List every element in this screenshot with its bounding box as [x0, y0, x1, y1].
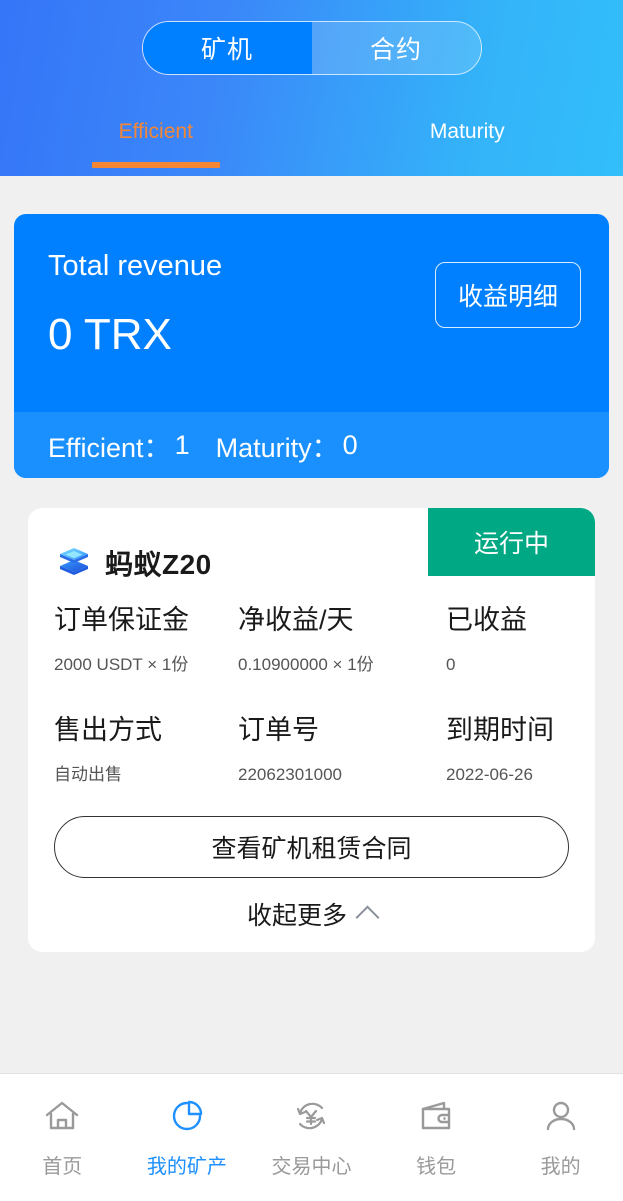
field-earned-value: 0 — [446, 655, 456, 674]
field-deposit-label: 订单保证金 — [54, 605, 189, 635]
nav-label-wallet: 钱包 — [416, 1156, 457, 1178]
segment-miner[interactable]: 矿机 — [142, 22, 312, 74]
efficient-count-label: Efficient： — [48, 432, 171, 463]
tab-efficient-label: Efficient — [118, 120, 193, 143]
collapse-more-label: 收起更多 — [246, 902, 347, 930]
nav-label-home: 首页 — [42, 1156, 83, 1178]
home-icon — [40, 1094, 84, 1138]
field-expiry: 到期时间 2022-06-26 — [446, 715, 554, 784]
miner-info-row-1: 订单保证金 2000 USDT × 1份 净收益/天 0.10900000 × … — [28, 607, 595, 695]
nav-item-home[interactable]: 首页 — [0, 1074, 125, 1201]
field-expiry-value: 2022-06-26 — [446, 765, 533, 784]
miner-name: 蚂蚁Z20 — [105, 548, 212, 580]
tab-maturity-label: Maturity — [429, 120, 505, 143]
field-order-no-label: 订单号 — [238, 715, 319, 745]
field-deposit-value: 2000 USDT × 1份 — [54, 655, 189, 674]
tab-maturity[interactable]: Maturity — [312, 112, 623, 176]
tab-efficient[interactable]: Efficient — [0, 112, 312, 176]
segment-contract[interactable]: 合约 — [311, 22, 481, 74]
pie-chart-icon — [165, 1094, 209, 1138]
nav-label-my-mining: 我的矿产 — [146, 1156, 227, 1178]
view-contract-button[interactable]: 查看矿机租赁合同 — [54, 816, 569, 878]
nav-item-exchange[interactable]: 交易中心 — [249, 1074, 374, 1201]
total-revenue-card: Total revenue 0 TRX 收益明细 Efficient： 1 Ma… — [14, 214, 609, 478]
page-header: 矿机 合约 Efficient Maturity — [0, 0, 623, 176]
field-order-no: 订单号 22062301000 — [238, 715, 343, 784]
revenue-detail-button[interactable]: 收益明细 — [434, 262, 581, 328]
field-sell-method-label: 售出方式 — [54, 715, 162, 745]
field-sell-method: 售出方式 自动出售 — [54, 715, 162, 784]
revenue-card-body: Total revenue 0 TRX 收益明细 — [14, 214, 609, 412]
status-badge: 运行中 — [428, 508, 595, 576]
wallet-icon — [414, 1094, 458, 1138]
segmented-control[interactable]: 矿机 合约 — [141, 21, 482, 75]
nav-item-wallet[interactable]: 钱包 — [374, 1074, 499, 1201]
nav-item-my-mining[interactable]: 我的矿产 — [125, 1074, 250, 1201]
chevron-up-icon — [355, 904, 380, 930]
miner-order-card: 运行中 蚂蚁Z20 订单保证金 2000 USDT × 1份 净收益/天 0.1… — [28, 508, 595, 952]
field-deposit: 订单保证金 2000 USDT × 1份 — [54, 605, 189, 674]
tab-active-underline — [91, 162, 220, 168]
efficient-count-value: 1 — [174, 429, 190, 460]
stacked-cubes-icon — [54, 540, 94, 585]
app-screen: 矿机 合约 Efficient Maturity Total revenue 0… — [0, 0, 623, 1201]
field-sell-method-value: 自动出售 — [54, 765, 122, 784]
subtab-bar: Efficient Maturity — [0, 112, 623, 176]
field-earned-label: 已收益 — [446, 605, 527, 635]
field-order-no-value: 22062301000 — [238, 765, 343, 784]
bottom-navigation: 首页 我的矿产 交易中心 钱包 我的 — [0, 1073, 623, 1201]
field-expiry-label: 到期时间 — [446, 715, 554, 745]
nav-label-profile: 我的 — [540, 1156, 581, 1178]
field-earned: 已收益 0 — [446, 605, 527, 674]
exchange-yuan-icon — [289, 1094, 333, 1138]
maturity-count-label: Maturity： — [215, 432, 339, 463]
revenue-counts-bar: Efficient： 1 Maturity： 0 — [14, 412, 609, 478]
collapse-more-toggle[interactable]: 收起更多 — [28, 896, 595, 932]
nav-label-exchange: 交易中心 — [271, 1156, 352, 1178]
person-icon — [539, 1094, 583, 1138]
miner-info-row-2: 售出方式 自动出售 订单号 22062301000 到期时间 2022-06-2… — [28, 717, 595, 805]
maturity-count-value: 0 — [342, 429, 358, 460]
field-daily-profit-label: 净收益/天 — [238, 605, 354, 635]
nav-item-profile[interactable]: 我的 — [498, 1074, 623, 1201]
field-daily-profit: 净收益/天 0.10900000 × 1份 — [238, 605, 374, 674]
field-daily-profit-value: 0.10900000 × 1份 — [238, 655, 374, 674]
